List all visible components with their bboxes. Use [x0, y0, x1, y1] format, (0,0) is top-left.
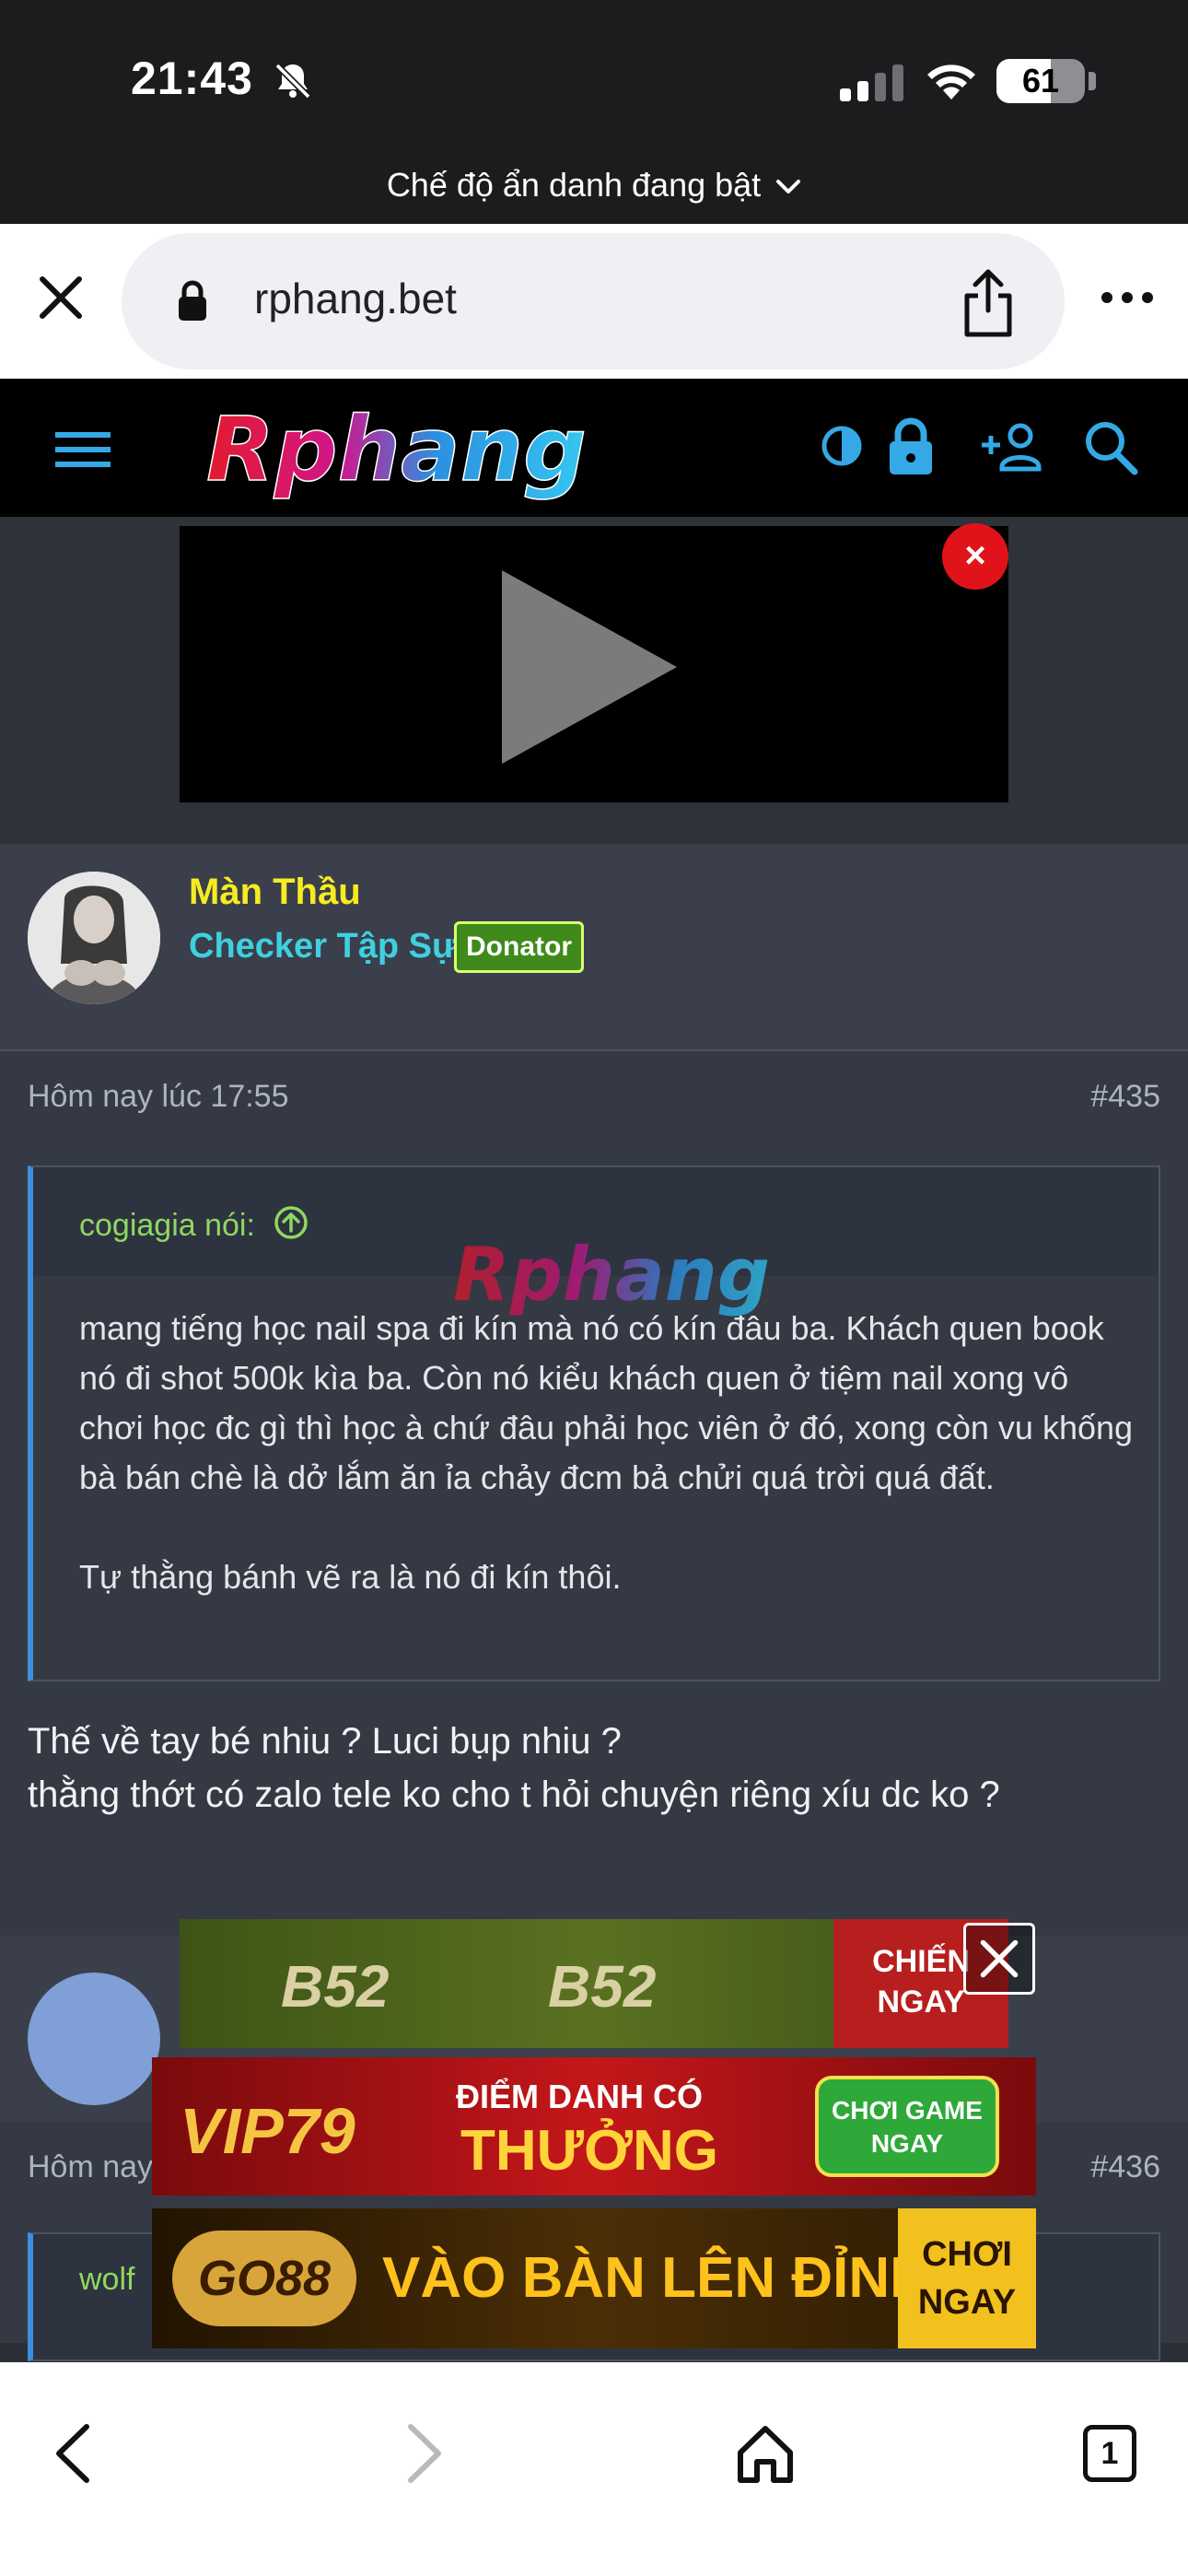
theme-toggle-icon[interactable]	[821, 414, 862, 478]
donator-badge: Donator	[454, 921, 584, 973]
post-username[interactable]: Màn Thầu	[189, 872, 361, 913]
ad-brand: GO88	[172, 2231, 356, 2326]
arrow-up-circle-icon[interactable]	[273, 1204, 309, 1241]
post-number[interactable]: #436	[1090, 2149, 1160, 2185]
ad-headline: VÀO BÀN LÊN ĐỈNH	[382, 2246, 931, 2310]
lock-icon[interactable]	[886, 414, 936, 478]
avatar[interactable]	[28, 872, 160, 1004]
play-icon[interactable]	[493, 561, 686, 773]
video-ad[interactable]	[180, 526, 1008, 802]
menu-icon[interactable]	[55, 428, 111, 471]
bell-slash-icon	[274, 63, 311, 100]
avatar-image	[28, 872, 160, 1004]
site-logo-text: Rphang	[206, 403, 587, 501]
quote-paragraph: Tự thằng bánh vẽ ra là nó đi kín thôi.	[79, 1558, 622, 1596]
share-icon[interactable]	[960, 268, 1017, 338]
user-title: Checker Tập Sự	[189, 927, 458, 966]
status-time: 21:43	[131, 53, 253, 104]
forward-icon[interactable]	[389, 2421, 453, 2486]
ad-banner-go88[interactable]: GO88 VÀO BÀN LÊN ĐỈNH CHƠI NGAY	[152, 2208, 1036, 2348]
incognito-banner[interactable]: Chế độ ẩn danh đang bật	[0, 166, 1188, 205]
site-logo[interactable]: Rphang	[201, 403, 726, 504]
search-icon[interactable]	[1083, 414, 1138, 478]
lock-icon	[179, 280, 206, 321]
page: 21:43 61 Chế độ ẩn danh đang bật rphang.…	[0, 0, 1188, 2576]
post-reply-text: Thế về tay bé nhiu ? Luci bụp nhiu ? thằ…	[28, 1715, 1160, 1821]
url-text: rphang.bet	[254, 275, 457, 322]
add-user-icon[interactable]	[978, 414, 1044, 478]
status-bar: 21:43 61 Chế độ ẩn danh đang bật	[0, 0, 1188, 224]
ad-headline: THƯỞNG	[460, 2119, 718, 2183]
browser-url-bar: rphang.bet	[0, 224, 1188, 379]
chevron-down-icon	[776, 180, 801, 194]
post-timestamp[interactable]: Hôm nay lúc 17:55	[28, 1079, 289, 1115]
battery-icon: 61	[996, 59, 1085, 103]
address-field[interactable]: rphang.bet	[122, 233, 1065, 369]
ad-cta-button[interactable]: CHƠI NGAY	[898, 2208, 1036, 2348]
post-number[interactable]: #435	[1090, 1079, 1160, 1115]
ad-brand: B52	[281, 1953, 390, 2020]
reply-line: Thế về tay bé nhiu ? Luci bụp nhiu ?	[28, 1721, 622, 1762]
ad-cta-line: CHƠI GAME	[832, 2096, 983, 2125]
quote-author-label: cogiagia nói:	[79, 1208, 255, 1243]
quote-paragraph: mang tiếng học nail spa đi kín mà nó có …	[79, 1309, 1134, 1496]
ad-brand: B52	[548, 1953, 657, 2020]
site-header: Rphang	[0, 379, 1188, 517]
ad-banner-vip79[interactable]: VIP79 ĐIỂM DANH CÓ THƯỞNG CHƠI GAME NGAY	[152, 2057, 1036, 2195]
incognito-label: Chế độ ẩn danh đang bật	[386, 166, 762, 204]
video-ad-area: ×	[0, 517, 1188, 844]
ad-banner-b52[interactable]: B52 B52 CHIẾN NGAY	[180, 1919, 1008, 2048]
quote-author[interactable]: wolf	[79, 2262, 134, 2298]
post-author-header: Màn Thầu Checker Tập Sự Donator	[0, 844, 1188, 1051]
battery-level: 61	[1021, 62, 1060, 100]
back-icon[interactable]	[44, 2421, 109, 2486]
close-icon[interactable]	[33, 270, 88, 325]
wifi-icon	[927, 64, 975, 100]
reply-line: thằng thớt có zalo tele ko cho t hỏi chu…	[28, 1774, 1000, 1815]
more-icon[interactable]	[1100, 288, 1155, 307]
signal-icon	[840, 64, 903, 101]
battery-tip	[1089, 72, 1096, 90]
quote-author[interactable]: cogiagia nói:	[79, 1204, 309, 1244]
ad-cta-line: CHƠI	[922, 2235, 1012, 2274]
browser-toolbar: 1	[0, 2362, 1188, 2576]
ad-cta-line: NGAY	[870, 2129, 944, 2158]
home-icon[interactable]	[733, 2421, 798, 2486]
ad-close-icon[interactable]	[963, 1923, 1035, 1995]
ad-brand: VIP79	[180, 2095, 355, 2167]
ad-headline: ĐIỂM DANH CÓ	[456, 2078, 703, 2115]
quote-text: mang tiếng học nail spa đi kín mà nó có …	[79, 1304, 1138, 1602]
ad-cta-button[interactable]: CHƠI GAME NGAY	[815, 2076, 999, 2177]
avatar[interactable]	[28, 1973, 160, 2105]
ad-cta-line: NGAY	[917, 2283, 1017, 2322]
tabs-icon[interactable]: 1	[1083, 2425, 1136, 2482]
quote-block: cogiagia nói: Rphang mang tiếng học nail…	[28, 1165, 1160, 1681]
video-ad-close-button[interactable]: ×	[942, 523, 1008, 590]
